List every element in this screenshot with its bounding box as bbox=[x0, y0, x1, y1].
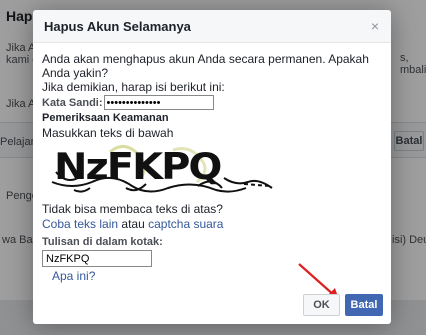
help-link[interactable]: Apa ini? bbox=[52, 269, 95, 283]
dialog-title: Hapus Akun Selamanya bbox=[44, 19, 191, 34]
password-field[interactable] bbox=[103, 95, 214, 110]
close-icon[interactable]: × bbox=[371, 18, 379, 34]
try-other-text-link[interactable]: Coba teks lain bbox=[42, 217, 118, 231]
security-check-hint: Masukkan teks di bawah bbox=[42, 126, 174, 140]
audio-captcha-link[interactable]: captcha suara bbox=[148, 217, 223, 231]
dialog-body: Anda akan menghapus akun Anda secara per… bbox=[42, 52, 382, 283]
cancel-button[interactable]: Batal bbox=[345, 294, 383, 316]
captcha-text: NzFKPQ bbox=[54, 145, 222, 189]
captcha-image: NzFKPQ bbox=[48, 142, 278, 198]
confirm-prompt: Jika demikian, harap isi berikut ini: bbox=[42, 80, 225, 94]
ok-button[interactable]: OK bbox=[303, 294, 340, 316]
captcha-options: Coba teks lain atau captcha suara bbox=[42, 217, 382, 231]
cant-read-text: Tidak bisa membaca teks di atas? bbox=[42, 202, 223, 216]
warning-text: Anda akan menghapus akun Anda secara per… bbox=[42, 52, 369, 80]
captcha-answer-field[interactable] bbox=[42, 250, 152, 267]
delete-account-dialog: Hapus Akun Selamanya × Anda akan menghap… bbox=[33, 10, 391, 324]
or-text: atau bbox=[121, 217, 145, 231]
dialog-header: Hapus Akun Selamanya × bbox=[33, 10, 391, 43]
security-check-title: Pemeriksaan Keamanan bbox=[42, 112, 169, 124]
password-row: Kata Sandi: bbox=[42, 95, 382, 110]
password-label: Kata Sandi: bbox=[42, 96, 103, 109]
answer-label: Tulisan di dalam kotak: bbox=[42, 236, 163, 248]
